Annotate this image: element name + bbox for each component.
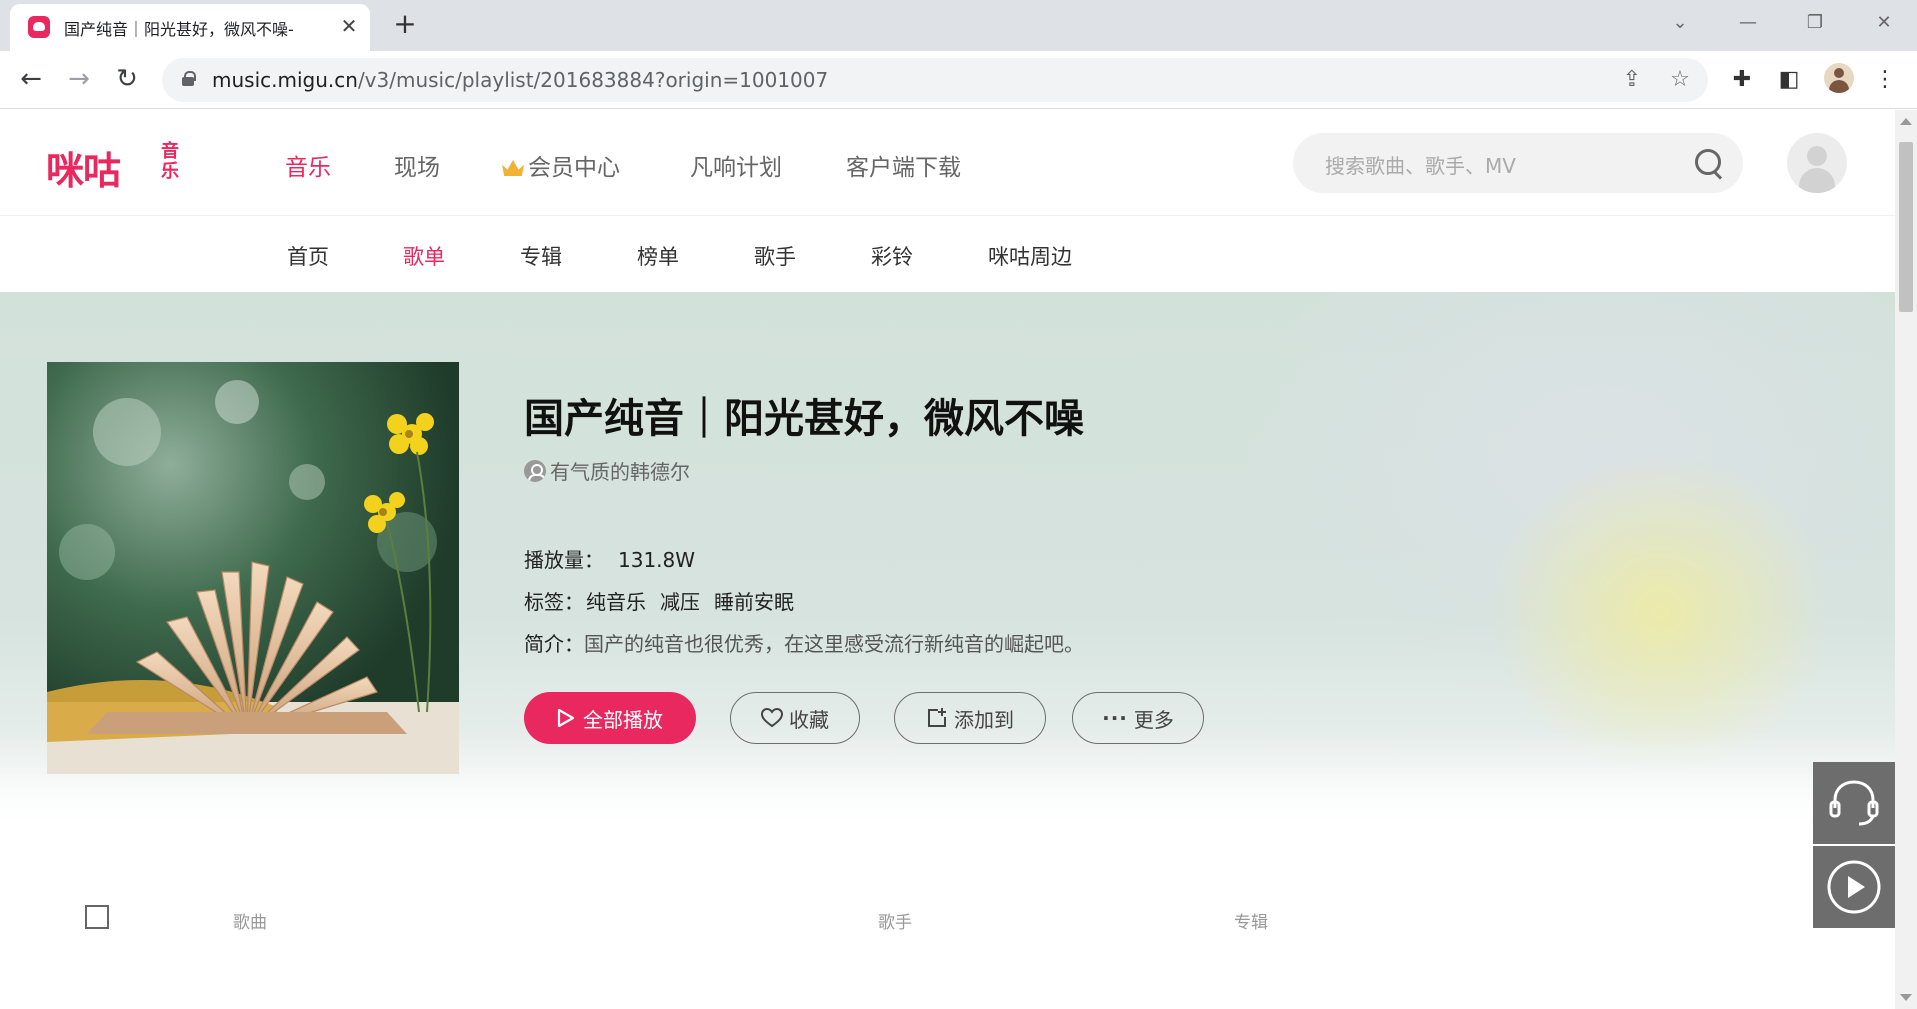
browser-window: { "browser": { "tab_title": "国产纯音｜阳光甚好，微… xyxy=(0,0,1917,1009)
new-tab-button[interactable]: + xyxy=(390,10,420,40)
browser-tab-active[interactable]: 国产纯音｜阳光甚好，微风不噪- ✕ xyxy=(10,4,370,51)
tags-label: 标签： xyxy=(524,590,584,614)
col-album: 专辑 xyxy=(1234,913,1268,933)
add-to-label: 添加到 xyxy=(954,707,1014,732)
player-button[interactable] xyxy=(1813,846,1895,928)
col-song: 歌曲 xyxy=(233,913,267,933)
reload-button[interactable]: ↻ xyxy=(108,61,146,99)
subnav-album[interactable]: 专辑 xyxy=(520,241,562,271)
more-button[interactable]: ··· 更多 xyxy=(1072,692,1204,744)
headset-icon xyxy=(1829,780,1879,826)
favorite-button[interactable]: 收藏 xyxy=(730,692,860,744)
minimize-button[interactable]: — xyxy=(1728,8,1768,38)
desc-text: 国产的纯音也很优秀，在这里感受流行新纯音的崛起吧。 xyxy=(584,632,1084,656)
song-table-header: 歌曲 歌手 专辑 xyxy=(0,890,1895,950)
migu-favicon-icon xyxy=(28,16,50,38)
crown-icon xyxy=(502,160,524,176)
playlist-creator[interactable]: 有气质的韩德尔 xyxy=(524,456,690,485)
lock-icon[interactable] xyxy=(182,71,196,87)
description-row: 简介：国产的纯音也很优秀，在这里感受流行新纯音的崛起吧。 xyxy=(524,628,1084,657)
play-count-row: 播放量： 131.8W xyxy=(524,544,695,573)
subnav-home[interactable]: 首页 xyxy=(287,241,329,271)
nav-client-download[interactable]: 客户端下载 xyxy=(846,148,961,182)
search-icon[interactable] xyxy=(1695,149,1725,179)
page-scrollbar[interactable] xyxy=(1895,110,1917,1009)
creator-name[interactable]: 有气质的韩德尔 xyxy=(550,460,690,484)
play-count-value: 131.8W xyxy=(618,548,696,572)
profile-icon[interactable] xyxy=(1824,63,1854,93)
play-circle-icon xyxy=(1827,860,1881,914)
person-icon xyxy=(524,460,546,482)
forward-button[interactable]: → xyxy=(60,61,98,99)
tab-search-chevron-icon[interactable]: ⌄ xyxy=(1660,8,1700,38)
star-icon[interactable]: ☆ xyxy=(1666,66,1694,94)
play-icon xyxy=(557,708,575,728)
customer-service-button[interactable] xyxy=(1813,762,1895,844)
subnav-artists[interactable]: 歌手 xyxy=(754,241,796,271)
nav-fanxiang[interactable]: 凡响计划 xyxy=(690,148,782,182)
search-input[interactable]: 搜索歌曲、歌手、MV xyxy=(1325,150,1516,179)
tag-sleep[interactable]: 睡前安眠 xyxy=(714,590,794,614)
back-button[interactable]: ← xyxy=(12,61,50,99)
site-header: 咪咕 音乐 音乐 现场 会员中心 凡响计划 客户端下载 搜索歌曲、歌手、MV xyxy=(0,110,1895,216)
menu-icon[interactable]: ⋮ xyxy=(1870,65,1900,95)
add-to-button[interactable]: 添加到 xyxy=(894,692,1046,744)
sidepanel-icon[interactable]: ◧ xyxy=(1774,65,1804,95)
tab-close-icon[interactable]: ✕ xyxy=(336,13,362,39)
heart-icon xyxy=(761,708,783,728)
logo-sub-text: 音乐 xyxy=(161,141,179,182)
user-avatar[interactable] xyxy=(1787,133,1847,193)
subnav-playlist[interactable]: 歌单 xyxy=(403,241,445,271)
nav-member-label: 会员中心 xyxy=(528,155,620,181)
playlist-hero: 国产纯音｜阳光甚好，微风不噪 有气质的韩德尔 播放量： 131.8W 标签： 纯音乐… xyxy=(0,292,1895,832)
scroll-down-arrow-icon[interactable] xyxy=(1900,994,1912,1001)
play-all-button[interactable]: 全部播放 xyxy=(524,692,696,744)
playlist-cover-image xyxy=(47,362,459,774)
logo-text: 咪咕 xyxy=(46,149,121,193)
select-all-checkbox[interactable] xyxy=(85,905,109,929)
scroll-thumb[interactable] xyxy=(1899,142,1913,312)
extensions-icon[interactable]: ✚ xyxy=(1727,65,1757,95)
nav-music[interactable]: 音乐 xyxy=(285,148,331,182)
tab-strip: 国产纯音｜阳光甚好，微风不噪- ✕ + ⌄ — ❐ ✕ xyxy=(0,0,1917,51)
nav-member[interactable]: 会员中心 xyxy=(502,148,620,182)
search-box[interactable]: 搜索歌曲、歌手、MV xyxy=(1293,133,1743,193)
tab-title: 国产纯音｜阳光甚好，微风不噪- xyxy=(64,20,294,39)
more-icon: ··· xyxy=(1102,706,1128,730)
url-text[interactable]: music.migu.cn/v3/music/playlist/20168388… xyxy=(212,68,828,92)
add-to-icon xyxy=(928,708,946,727)
subnav-charts[interactable]: 榜单 xyxy=(637,241,679,271)
col-artist: 歌手 xyxy=(878,913,912,933)
favorite-label: 收藏 xyxy=(789,707,829,732)
migu-logo[interactable]: 咪咕 音乐 xyxy=(46,140,179,194)
tags-row: 标签： 纯音乐 减压 睡前安眠 xyxy=(524,586,808,615)
window-close-button[interactable]: ✕ xyxy=(1864,8,1904,38)
desc-label: 简介： xyxy=(524,632,584,656)
subnav-merch[interactable]: 咪咕周边 xyxy=(988,241,1072,271)
tag-pure-music[interactable]: 纯音乐 xyxy=(586,590,646,614)
browser-toolbar: ← → ↻ music.migu.cn/v3/music/playlist/20… xyxy=(0,51,1917,109)
restore-button[interactable]: ❐ xyxy=(1795,8,1835,38)
tag-relax[interactable]: 减压 xyxy=(660,590,700,614)
address-bar[interactable]: music.migu.cn/v3/music/playlist/20168388… xyxy=(162,58,1708,102)
share-icon[interactable]: ⇪ xyxy=(1618,66,1646,94)
nav-live[interactable]: 现场 xyxy=(394,148,440,182)
play-count-label: 播放量： xyxy=(524,548,604,572)
migu-page: 咪咕 音乐 音乐 现场 会员中心 凡响计划 客户端下载 搜索歌曲、歌手、MV 首… xyxy=(0,110,1895,1009)
more-label: 更多 xyxy=(1133,707,1174,732)
playlist-title: 国产纯音｜阳光甚好，微风不噪 xyxy=(524,396,1084,442)
sub-navigation: 首页 歌单 专辑 榜单 歌手 彩铃 咪咕周边 xyxy=(0,217,1895,292)
subnav-ringtone[interactable]: 彩铃 xyxy=(871,241,913,271)
play-all-label: 全部播放 xyxy=(583,707,663,732)
scroll-up-arrow-icon[interactable] xyxy=(1900,118,1912,125)
